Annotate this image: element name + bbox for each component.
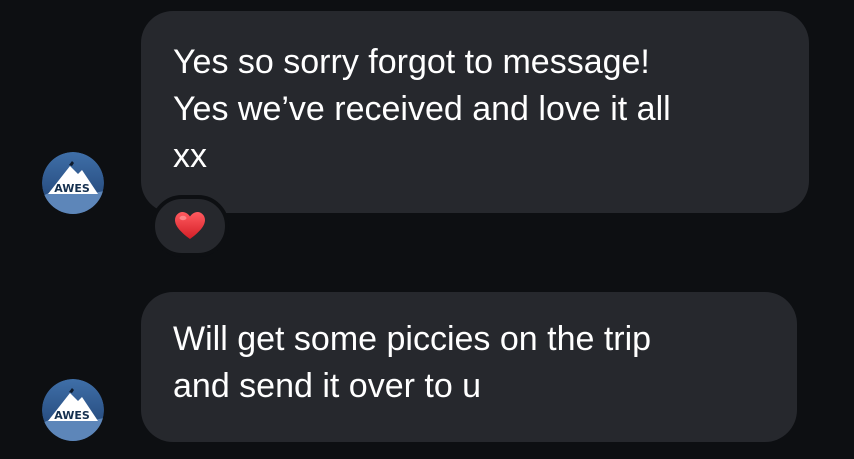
mountain-logo-icon: AWES xyxy=(42,152,104,214)
message-bubble[interactable]: Will get some piccies on the trip and se… xyxy=(141,292,797,442)
heart-reaction[interactable] xyxy=(151,195,229,257)
svg-text:AWES: AWES xyxy=(54,409,90,422)
sender-avatar[interactable]: AWES xyxy=(42,379,104,441)
heart-icon xyxy=(175,212,205,239)
mountain-logo-icon: AWES xyxy=(42,379,104,441)
svg-text:AWES: AWES xyxy=(54,182,90,195)
sender-avatar[interactable]: AWES xyxy=(42,152,104,214)
message-bubble[interactable]: Yes so sorry forgot to message! Yes we’v… xyxy=(141,11,809,213)
